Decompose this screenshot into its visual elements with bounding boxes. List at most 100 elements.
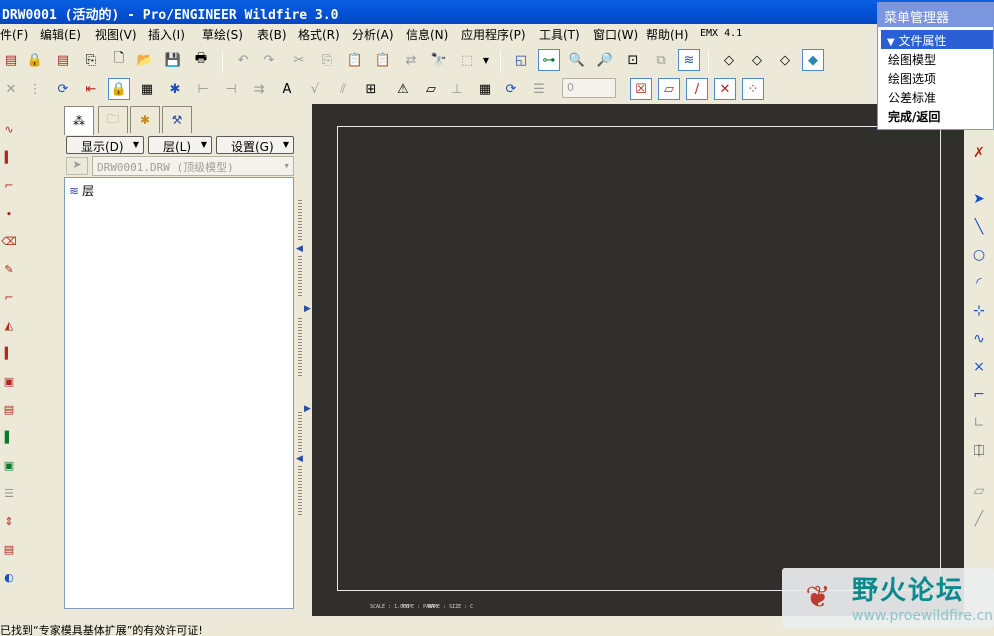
axis-icon[interactable]: ╱: [968, 508, 990, 530]
print-icon[interactable]: 🖶: [190, 49, 212, 71]
draft-hatch-icon[interactable]: ▤: [0, 540, 18, 558]
draft-align-icon[interactable]: ☰: [0, 484, 18, 502]
menu-file[interactable]: 件(F): [0, 26, 28, 43]
undo-icon[interactable]: ↶: [232, 49, 254, 71]
lock-view-icon[interactable]: 🔒: [108, 78, 130, 100]
draft-chamfer-icon[interactable]: ⌫: [0, 232, 18, 250]
point-display-icon[interactable]: ✕: [714, 78, 736, 100]
open-folder-icon[interactable]: 📂: [134, 49, 156, 71]
circle-icon[interactable]: ○: [968, 244, 990, 266]
menu-tools[interactable]: 工具(T): [539, 26, 580, 43]
expand-arrow-icon[interactable]: ▶: [304, 304, 311, 314]
hatch-icon[interactable]: ⫽: [332, 78, 354, 100]
find-icon[interactable]: 🔭: [428, 49, 450, 71]
datum-icon[interactable]: ⊥: [446, 78, 468, 100]
draft-more-icon[interactable]: ◐: [0, 568, 18, 586]
spin-value-field[interactable]: 0: [562, 78, 616, 98]
view-manager-icon[interactable]: ⧉: [650, 49, 672, 71]
draft-trim-icon[interactable]: ▣: [0, 372, 18, 390]
draft-arc-icon[interactable]: ∙: [0, 204, 18, 222]
move-view-icon[interactable]: ⇤: [80, 78, 102, 100]
menu-emx[interactable]: EMX 4.1: [700, 28, 742, 39]
gtol-icon[interactable]: ⊞: [360, 78, 382, 100]
spline-icon[interactable]: ∿: [968, 328, 990, 350]
copy-icon[interactable]: ⎘: [316, 49, 338, 71]
zoom-out-icon[interactable]: 🔎: [594, 49, 616, 71]
fillet-icon[interactable]: ⊹: [968, 300, 990, 322]
zoom-in-icon[interactable]: 🔍: [566, 49, 588, 71]
plane-display-icon[interactable]: ▱: [658, 78, 680, 100]
menu-sketch[interactable]: 草绘(S): [202, 26, 243, 43]
collapse-arrow-icon[interactable]: ◀: [296, 244, 303, 254]
new-drawing-icon[interactable]: ▤: [0, 49, 22, 71]
layers-icon[interactable]: ≋: [678, 49, 700, 71]
select-pointer-icon[interactable]: ➤: [66, 157, 88, 175]
selection-box-icon[interactable]: ⬚: [456, 49, 478, 71]
close-icon[interactable]: ✕: [0, 78, 22, 100]
layer-dropdown[interactable]: 层(L): [148, 136, 212, 154]
refresh-icon[interactable]: ⟳: [52, 78, 74, 100]
show-annotations-icon[interactable]: ✱: [164, 78, 186, 100]
draft-move-icon[interactable]: ⇕: [0, 512, 18, 530]
table-icon[interactable]: ▦: [136, 78, 158, 100]
note-icon[interactable]: A: [276, 78, 298, 100]
palette-icon[interactable]: ▱: [420, 78, 442, 100]
expand-arrow-icon[interactable]: ▶: [304, 404, 311, 414]
tree-root-item[interactable]: ≋ 层: [69, 182, 94, 199]
chamfer-icon[interactable]: ⌐: [968, 384, 990, 406]
draft-offset-icon[interactable]: ⌐: [0, 288, 18, 306]
ordinate-icon[interactable]: ⊣: [220, 78, 242, 100]
save-icon[interactable]: 💾: [162, 49, 184, 71]
menu-drawing-options[interactable]: 绘图选项: [878, 68, 993, 87]
no-hidden-icon[interactable]: ◇: [774, 49, 796, 71]
tab-model-tree[interactable]: ⁂: [64, 106, 94, 135]
point-icon[interactable]: ×: [968, 356, 990, 378]
dropdown-arrow-icon[interactable]: ▼: [480, 49, 492, 71]
csys-display-icon[interactable]: ⁘: [742, 78, 764, 100]
update-table-icon[interactable]: ⟳: [500, 78, 522, 100]
select-icon[interactable]: ➤: [968, 188, 990, 210]
draft-point-icon[interactable]: ▍: [0, 148, 18, 166]
lock-icon[interactable]: 🔒: [24, 49, 46, 71]
new-file-icon[interactable]: 🗋: [108, 49, 130, 71]
draft-fillet-icon[interactable]: ✎: [0, 260, 18, 278]
menu-help[interactable]: 帮助(H): [646, 26, 688, 43]
menu-insert[interactable]: 插入(I): [148, 26, 185, 43]
graphics-window[interactable]: SCALE : 1.000 TYPE : PART NAME : SIZE : …: [312, 104, 964, 616]
cut-icon[interactable]: ✂: [288, 49, 310, 71]
hidden-line-icon[interactable]: ◇: [746, 49, 768, 71]
mirror-icon[interactable]: ⎅: [968, 440, 990, 462]
menu-edit[interactable]: 编辑(E): [40, 26, 81, 43]
arc-icon[interactable]: ◜: [968, 272, 990, 294]
offset-icon[interactable]: ∟: [968, 412, 990, 434]
menu-format[interactable]: 格式(R): [298, 26, 340, 43]
paste-special-icon[interactable]: 📋: [372, 49, 394, 71]
collapse-arrow-icon[interactable]: ◀: [296, 454, 303, 464]
draft-entity-icon[interactable]: ∿: [0, 120, 18, 138]
axis-display-icon[interactable]: /: [686, 78, 708, 100]
menu-done-return[interactable]: 完成/返回: [878, 106, 993, 125]
menu-file-properties[interactable]: ▼ 文件属性: [881, 30, 993, 49]
refit-icon[interactable]: ⊡: [622, 49, 644, 71]
navigator-splitter[interactable]: ◀ ▶ ▶ ◀: [294, 200, 311, 520]
dimension-icon[interactable]: ⊢: [192, 78, 214, 100]
repeat-region-icon[interactable]: ☰: [528, 78, 550, 100]
tab-folder-browser[interactable]: 🗀: [98, 106, 128, 133]
spin-center-icon[interactable]: ⊶: [538, 49, 560, 71]
tab-connections[interactable]: ⚒: [162, 106, 192, 133]
paste-icon[interactable]: 📋: [344, 49, 366, 71]
tolerance-icon[interactable]: ⋮: [24, 78, 46, 100]
menu-analysis[interactable]: 分析(A): [352, 26, 394, 43]
reference-icon[interactable]: ⇉: [248, 78, 270, 100]
redo-icon[interactable]: ↷: [258, 49, 280, 71]
print-drawing-icon[interactable]: ▤: [52, 49, 74, 71]
draft-mirror-icon[interactable]: ◭: [0, 316, 18, 334]
shading-icon[interactable]: ◆: [802, 49, 824, 71]
plane-icon[interactable]: ▱: [968, 480, 990, 502]
active-model-combo[interactable]: DRW0001.DRW (顶级模型): [92, 156, 294, 176]
menu-window[interactable]: 窗口(W): [593, 26, 638, 43]
settings-dropdown[interactable]: 设置(G): [216, 136, 294, 154]
wireframe-icon[interactable]: ◇: [718, 49, 740, 71]
draft-group-icon[interactable]: ▍: [0, 344, 18, 362]
draft-fill-icon[interactable]: ▣: [0, 456, 18, 474]
